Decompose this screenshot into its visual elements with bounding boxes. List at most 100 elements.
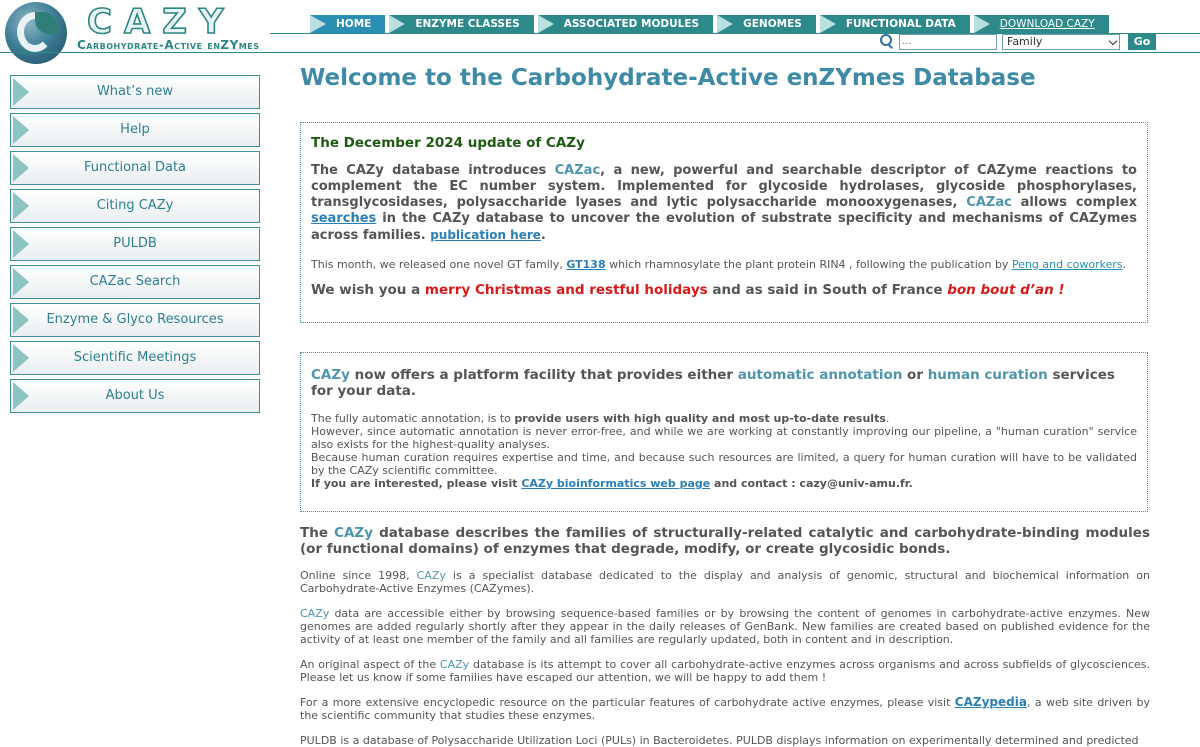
- platform-line: However, since automatic annotation is n…: [311, 425, 1137, 451]
- sidebar-item-label: Citing CAZy: [96, 198, 174, 213]
- sidebar-item-about-us[interactable]: About Us: [10, 379, 260, 413]
- nav-genomes-label: GENOMES: [743, 18, 802, 30]
- gt138-link[interactable]: GT138: [566, 258, 605, 271]
- holiday-highlight: merry Christmas and restful holidays: [424, 282, 708, 298]
- platform-line: Because human curation requires expertis…: [311, 451, 1137, 477]
- search-bar: Family Go: [879, 33, 1156, 50]
- nav-associated-modules[interactable]: ASSOCIATED MODULES: [537, 15, 714, 33]
- text: or: [902, 367, 928, 383]
- platform-services-box: CAZy now offers a platform facility that…: [300, 352, 1148, 512]
- top-navigation: HOME ENZYME CLASSES ASSOCIATED MODULES G…: [310, 15, 1109, 33]
- text: .: [1122, 258, 1127, 271]
- text: The fully automatic annotation, is to: [311, 412, 515, 425]
- text: If you are interested, please visit: [311, 477, 522, 490]
- nav-functional-data[interactable]: FUNCTIONAL DATA: [819, 15, 970, 33]
- platform-description: The fully automatic annotation, is to pr…: [311, 412, 1137, 490]
- holiday-phrase: bon bout d’an !: [947, 282, 1065, 298]
- database-introduction: The CAZy database describes the families…: [300, 525, 1150, 747]
- cazy-logo[interactable]: CAZY Carbohydrate-Active enZYmes: [5, 2, 275, 66]
- search-input[interactable]: [899, 33, 997, 50]
- sidebar-item-enzyme-glyco-resources[interactable]: Enzyme & Glyco Resources: [10, 303, 260, 337]
- text: and as said in South of France: [707, 282, 948, 298]
- text: allows complex: [1011, 195, 1137, 210]
- nav-download-cazy-label: DOWNLOAD CAZY: [999, 18, 1095, 30]
- text: data are accessible either by browsing s…: [300, 607, 1150, 646]
- sidebar-item-label: Scientific Meetings: [73, 350, 197, 365]
- platform-line: The fully automatic annotation, is to pr…: [311, 412, 1137, 425]
- sidebar-item-functional-data[interactable]: Functional Data: [10, 151, 260, 185]
- text: database describes the families of struc…: [300, 525, 1150, 557]
- sidebar-item-label: Help: [120, 122, 150, 137]
- arrow-icon: [13, 230, 29, 258]
- intro-paragraph: For a more extensive encyclopedic resour…: [300, 695, 1150, 723]
- update-title: The December 2024 update of CAZy: [311, 135, 585, 151]
- header-bottom-divider: [0, 52, 1200, 53]
- sidebar-item-label: CAZac Search: [89, 274, 181, 289]
- searches-link[interactable]: searches: [311, 211, 376, 226]
- nav-enzyme-classes-label: ENZYME CLASSES: [415, 18, 520, 30]
- search-type-value: Family: [1007, 34, 1043, 48]
- sidebar-item-label: About Us: [105, 388, 165, 403]
- sidebar-item-label: Functional Data: [83, 160, 187, 175]
- arrow-icon: [13, 192, 29, 220]
- page-title: Welcome to the Carbohydrate-Active enZYm…: [300, 65, 1036, 91]
- sidebar-item-whats-new[interactable]: What’s new: [10, 75, 260, 109]
- text: .: [540, 228, 546, 243]
- monthly-release-note: This month, we released one novel GT fam…: [311, 258, 1137, 271]
- intro-paragraph: Online since 1998, CAZy is a specialist …: [300, 569, 1150, 595]
- chevron-down-icon: [1108, 36, 1118, 45]
- platform-heading: CAZy now offers a platform facility that…: [311, 367, 1137, 399]
- logo-wordmark: CAZY: [86, 2, 236, 42]
- nav-enzyme-classes[interactable]: ENZYME CLASSES: [389, 15, 534, 33]
- cazy-term: CAZy: [439, 658, 470, 671]
- intro-paragraph: CAZy data are accessible either by brows…: [300, 607, 1150, 646]
- cazy-term: CAZy: [311, 367, 350, 383]
- text: For a more extensive encyclopedic resour…: [300, 696, 955, 709]
- intro-paragraph: An original aspect of the CAZy database …: [300, 658, 1150, 684]
- arrow-icon: [13, 154, 29, 182]
- nav-functional-data-label: FUNCTIONAL DATA: [845, 18, 956, 30]
- update-news-box: The December 2024 update of CAZy The CAZ…: [300, 122, 1148, 323]
- sidebar-item-label: Enzyme & Glyco Resources: [46, 312, 224, 327]
- text: and contact : cazy@univ-amu.fr.: [710, 477, 913, 490]
- text: An original aspect of the: [300, 658, 440, 671]
- nav-genomes[interactable]: GENOMES: [717, 15, 816, 33]
- arrow-icon: [13, 78, 29, 106]
- text: We wish you a: [311, 282, 425, 298]
- sidebar-item-scientific-meetings[interactable]: Scientific Meetings: [10, 341, 260, 375]
- update-paragraph: The CAZy database introduces CAZac, a ne…: [311, 163, 1137, 244]
- cazy-term: CAZy: [416, 569, 446, 582]
- sidebar-item-puldb[interactable]: PULDB: [10, 227, 260, 261]
- cazy-term: CAZy: [300, 607, 330, 620]
- sidebar: What’s new Help Functional Data Citing C…: [10, 75, 260, 417]
- text: now offers a platform facility that prov…: [349, 367, 738, 383]
- holiday-wish: We wish you a merry Christmas and restfu…: [311, 282, 1137, 298]
- sidebar-item-label: PULDB: [113, 236, 157, 251]
- nav-home-label: HOME: [336, 18, 372, 30]
- arrow-icon: [13, 306, 29, 334]
- cazy-term: CAZy: [334, 525, 374, 541]
- text: which rhamnosylate the plant protein RIN…: [605, 258, 1012, 271]
- arrow-icon: [13, 116, 29, 144]
- text: provide users with high quality and most…: [514, 412, 886, 425]
- cazypedia-link[interactable]: CAZypedia: [955, 695, 1027, 709]
- text: This month, we released one novel GT fam…: [311, 258, 567, 271]
- peng-coworkers-link[interactable]: Peng and coworkers: [1012, 258, 1123, 271]
- sidebar-item-citing-cazy[interactable]: Citing CAZy: [10, 189, 260, 223]
- search-type-select[interactable]: Family: [1002, 33, 1120, 50]
- sidebar-item-cazac-search[interactable]: CAZac Search: [10, 265, 260, 299]
- intro-paragraph: PULDB is a database of Polysaccharide Ut…: [300, 734, 1139, 747]
- go-button[interactable]: Go: [1128, 33, 1156, 50]
- text: Online since 1998,: [300, 569, 417, 582]
- sidebar-item-label: What’s new: [96, 84, 174, 99]
- publication-link[interactable]: publication here: [430, 228, 541, 242]
- sidebar-item-help[interactable]: Help: [10, 113, 260, 147]
- nav-home[interactable]: HOME: [310, 15, 386, 33]
- arrow-icon: [13, 268, 29, 296]
- text: .: [885, 412, 890, 425]
- search-icon: [879, 34, 894, 49]
- human-curation-term: human curation: [927, 367, 1048, 383]
- bioinformatics-page-link[interactable]: CAZy bioinformatics web page: [521, 477, 710, 490]
- nav-download-cazy[interactable]: DOWNLOAD CAZY: [973, 15, 1109, 33]
- intro-heading: The CAZy database describes the families…: [300, 525, 1150, 557]
